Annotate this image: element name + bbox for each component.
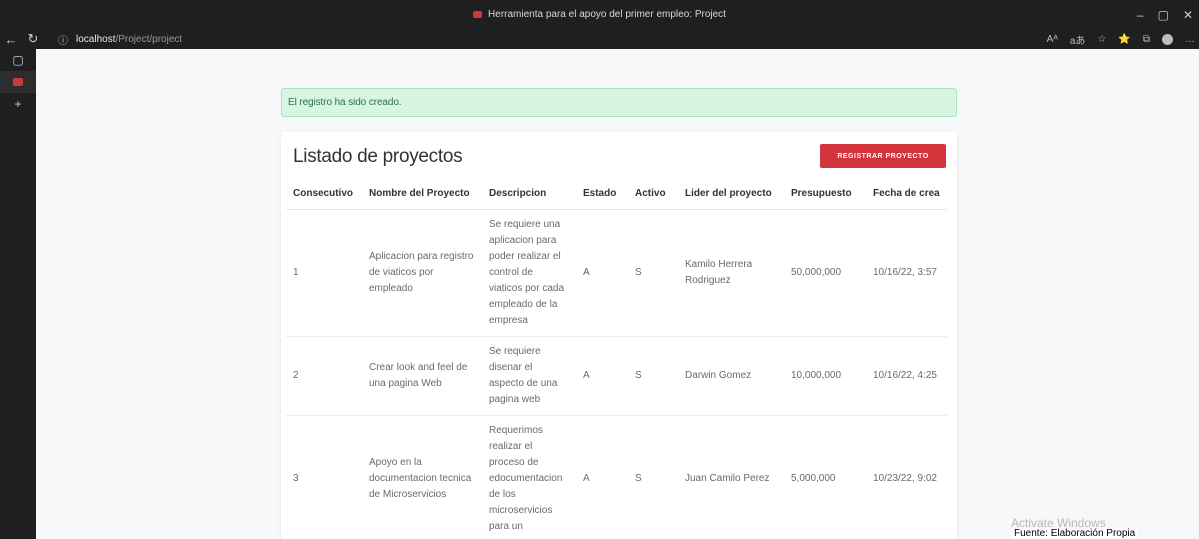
cell-consecutivo: 3 (286, 415, 362, 539)
url-field[interactable]: ⓘ localhost/Project/project (58, 32, 182, 47)
vertical-tabs-sidebar: ▢ + (0, 49, 36, 539)
column-header: Descripcion (482, 178, 576, 210)
close-button[interactable]: ✕ (1183, 8, 1193, 22)
back-arrow-icon[interactable]: ← (0, 32, 22, 47)
cell-nombre: Crear look and feel de una pagina Web (362, 336, 482, 416)
cell-descripcion: Se requiere disenar el aspecto de una pa… (482, 336, 576, 416)
table-header-row: Consecutivo Nombre del Proyecto Descripc… (286, 178, 947, 210)
page-title: Listado de proyectos (293, 146, 463, 167)
restore-button[interactable]: ▢ (1158, 8, 1169, 22)
cell-nombre: Aplicacion para registro de viaticos por… (362, 209, 482, 337)
cell-presupuesto: 50,000,000 (784, 209, 866, 337)
cell-estado: A (576, 415, 628, 539)
url-path: /Project/project (115, 33, 183, 45)
address-bar: ← ↻ ⓘ localhost/Project/project Aᴬ aあ ☆ … (0, 29, 1199, 49)
site-favicon-icon (13, 78, 23, 86)
refresh-icon[interactable]: ↻ (22, 31, 44, 47)
active-tab[interactable] (0, 71, 36, 93)
register-project-button[interactable]: REGISTRAR PROYECTO (820, 144, 946, 168)
plus-icon: + (14, 97, 22, 111)
column-header: Estado (576, 178, 628, 210)
collections-icon[interactable]: ⧉ (1143, 34, 1150, 45)
read-aloud-icon[interactable]: Aᴬ (1047, 34, 1058, 45)
column-header: Nombre del Proyecto (362, 178, 482, 210)
cell-presupuesto: 5,000,000 (784, 415, 866, 539)
cell-fecha: 10/16/22, 3:57 (866, 209, 947, 337)
cell-fecha: 10/16/22, 4:25 (866, 336, 947, 416)
cell-consecutivo: 2 (286, 336, 362, 416)
cell-estado: A (576, 209, 628, 337)
favorite-star-icon[interactable]: ☆ (1097, 34, 1106, 45)
new-tab-button[interactable]: + (0, 93, 36, 115)
cell-descripcion: Requerimos realizar el proceso de edocum… (482, 415, 576, 539)
cell-activo: S (628, 336, 678, 416)
profile-avatar[interactable] (1162, 33, 1173, 45)
cell-activo: S (628, 209, 678, 337)
tab-actions-glyph: ▢ (12, 53, 24, 67)
column-header: Consecutivo (286, 178, 362, 210)
column-header: Presupuesto (784, 178, 866, 210)
cell-presupuesto: 10,000,000 (784, 336, 866, 416)
cell-consecutivo: 1 (286, 209, 362, 337)
window-titlebar: Herramienta para el apoyo del primer emp… (0, 0, 1199, 29)
more-menu-icon[interactable]: … (1185, 34, 1195, 45)
browser-toolbar-icons: Aᴬ aあ ☆ ⭐ ⧉ … (1047, 29, 1195, 49)
window-controls: – ▢ ✕ (1137, 0, 1193, 29)
table-row[interactable]: 1 Aplicacion para registro de viaticos p… (286, 209, 947, 337)
source-caption: Fuente: Elaboración Propia (1012, 528, 1138, 539)
cell-lider: Juan Camilo Perez (678, 415, 784, 539)
minimize-button[interactable]: – (1137, 8, 1144, 22)
favorites-icon[interactable]: ⭐ (1118, 34, 1130, 45)
window-title: Herramienta para el apoyo del primer emp… (488, 9, 726, 20)
projects-card: Listado de proyectos REGISTRAR PROYECTO … (281, 132, 957, 539)
cell-estado: A (576, 336, 628, 416)
app-icon (473, 11, 483, 18)
cell-lider: Darwin Gomez (678, 336, 784, 416)
page-content: El registro ha sido creado. Listado de p… (36, 49, 1199, 539)
projects-table: Consecutivo Nombre del Proyecto Descripc… (286, 178, 947, 539)
cell-nombre: Apoyo en la documentacion tecnica de Mic… (362, 415, 482, 539)
table-row[interactable]: 3 Apoyo en la documentacion tecnica de M… (286, 415, 947, 539)
table-row[interactable]: 2 Crear look and feel de una pagina Web … (286, 336, 947, 416)
column-header: Activo (628, 178, 678, 210)
translate-icon[interactable]: aあ (1070, 32, 1086, 47)
cell-activo: S (628, 415, 678, 539)
column-header: Lider del proyecto (678, 178, 784, 210)
cell-descripcion: Se requiere una aplicacion para poder re… (482, 209, 576, 337)
column-header: Fecha de crea (866, 178, 947, 210)
info-icon[interactable]: ⓘ (58, 32, 68, 47)
tab-actions-icon[interactable]: ▢ (0, 49, 36, 71)
cell-fecha: 10/23/22, 9:02 (866, 415, 947, 539)
success-alert: El registro ha sido creado. (281, 88, 957, 117)
cell-lider: Kamilo Herrera Rodriguez (678, 209, 784, 337)
url-host: localhost (76, 33, 116, 45)
